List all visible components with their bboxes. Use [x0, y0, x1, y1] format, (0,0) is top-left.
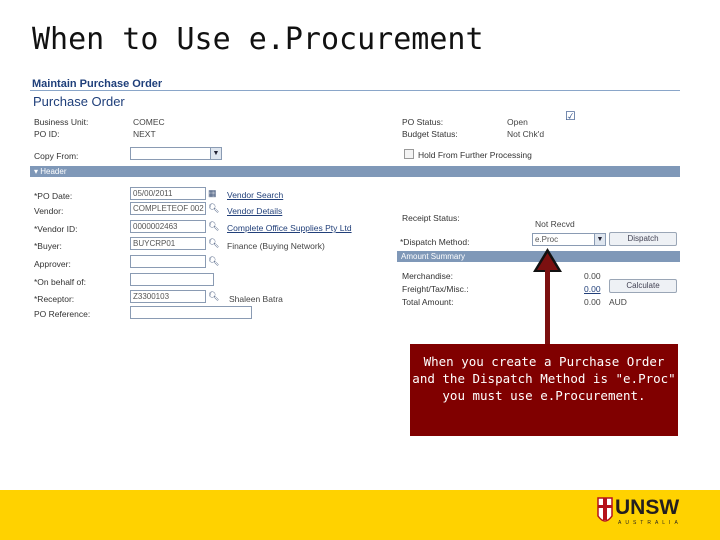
- arrow-shaft: [545, 258, 550, 344]
- logo-subtext: AUSTRALIA: [618, 520, 682, 526]
- pointer-arrow: [533, 248, 562, 272]
- logo-text: UNSW: [615, 496, 680, 519]
- callout-box: When you create a Purchase Order and the…: [410, 344, 678, 436]
